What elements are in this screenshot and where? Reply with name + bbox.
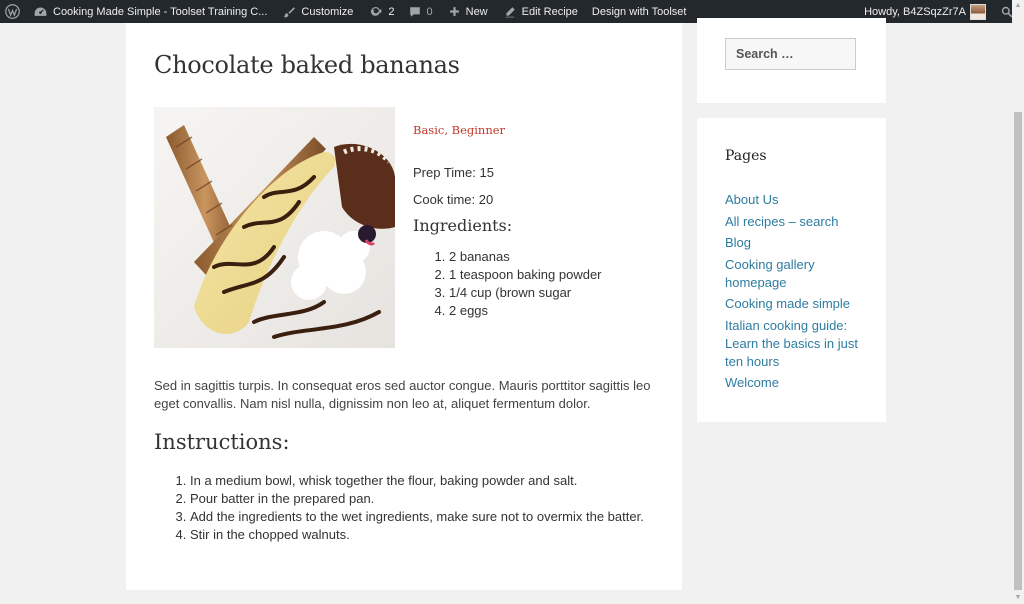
pages-widget-title: Pages [725,148,767,164]
paintbrush-icon [283,6,296,18]
new-content-button[interactable]: New [444,0,493,23]
prep-time: Prep Time: 15 [413,165,494,180]
page-link-welcome[interactable]: Welcome [725,374,860,392]
updates-button[interactable]: 2 [364,0,399,23]
page-link-italian-cooking-guide[interactable]: Italian cooking guide: Learn the basics … [725,317,860,371]
scrollbar-thumb[interactable] [1014,112,1022,590]
comments-count: 0 [426,5,433,18]
instruction-item: Stir in the chopped walnuts. [190,526,644,544]
search-input[interactable] [725,38,856,70]
instructions-list: In a medium bowl, whisk together the flo… [154,472,644,544]
pages-list: About Us All recipes – search Blog Cooki… [725,191,860,396]
recipe-description: Sed in sagittis turpis. In consequat ero… [154,378,651,411]
edit-recipe-button[interactable]: Edit Recipe [499,0,583,23]
categories-text[interactable]: Basic, Beginner [413,123,505,137]
page-link-cooking-gallery-homepage[interactable]: Cooking gallery homepage [725,256,860,292]
site-name-label: Cooking Made Simple - Toolset Training C… [53,5,268,18]
scroll-down-arrow-icon[interactable]: ▼ [1014,594,1022,602]
new-label: New [465,5,488,18]
comments-button[interactable]: 0 [404,0,438,23]
customize-label: Customize [301,5,354,18]
cook-time: Cook time: 20 [413,192,494,207]
scroll-up-arrow-icon[interactable]: ▲ [1014,2,1022,10]
search-widget [697,18,886,103]
pages-widget: Pages About Us All recipes – search Blog… [697,118,886,422]
comment-icon [409,6,421,18]
page-link-all-recipes-search[interactable]: All recipes – search [725,213,860,231]
updates-count: 2 [388,5,395,18]
pencil-icon [504,6,516,18]
instructions-heading: Instructions: [154,430,290,454]
recipe-image [154,107,395,348]
dashboard-icon [34,6,47,18]
page-link-about-us[interactable]: About Us [725,191,860,209]
ingredient-item: 1/4 cup (brown sugar [449,284,602,302]
ingredient-item: 1 teaspoon baking powder [449,266,602,284]
ingredients-list: 2 bananas 1 teaspoon baking powder 1/4 c… [413,248,602,320]
page-title: Chocolate baked bananas [154,51,460,79]
page-link-cooking-made-simple[interactable]: Cooking made simple [725,295,860,313]
ingredient-item: 2 eggs [449,302,602,320]
plus-icon [449,6,460,17]
howdy-label: Howdy, B4ZSqzZr7A [864,5,966,18]
wordpress-logo-button[interactable] [0,0,29,23]
design-with-toolset-label: Design with Toolset [591,5,687,18]
ingredients-heading: Ingredients: [413,216,513,235]
customize-button[interactable]: Customize [278,0,358,23]
wordpress-icon [5,4,20,19]
vertical-scrollbar[interactable]: ▲ ▼ [1012,0,1024,604]
page-link-blog[interactable]: Blog [725,234,860,252]
recipe-categories[interactable]: Basic, Beginner [413,123,673,137]
design-with-toolset-button[interactable]: Design with Toolset [587,0,692,23]
recipe-meta: Basic, Beginner Prep Time: 15 Cook time:… [413,123,673,318]
instruction-item: Pour batter in the prepared pan. [190,490,644,508]
edit-recipe-label: Edit Recipe [521,5,578,18]
instruction-item: Add the ingredients to the wet ingredien… [190,508,644,526]
ingredient-item: 2 bananas [449,248,602,266]
main-content: Chocolate baked bananas Basic, Beginner … [126,23,682,590]
instruction-item: In a medium bowl, whisk together the flo… [190,472,644,490]
site-name-menu[interactable]: Cooking Made Simple - Toolset Training C… [29,0,272,23]
updates-icon [369,5,382,18]
avatar [970,3,986,20]
